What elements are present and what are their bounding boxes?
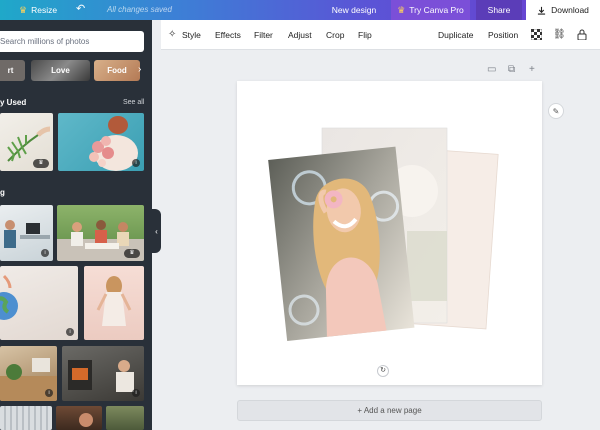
portrait-photo xyxy=(79,413,93,427)
copy-page-icon[interactable]: ⧉ xyxy=(508,64,515,75)
try-pro-button[interactable]: ♛ Try Canva Pro xyxy=(391,0,470,20)
chip-label: Love xyxy=(51,66,70,75)
info-icon: i xyxy=(45,389,53,397)
link-icon[interactable]: ⛓ xyxy=(553,20,566,50)
flip-button[interactable]: Flip xyxy=(358,20,372,50)
category-chip-art[interactable]: rt xyxy=(0,60,25,81)
see-all-link[interactable]: See all xyxy=(123,99,144,106)
note-icon[interactable]: ▭ xyxy=(487,64,496,75)
style-icon: ✧ xyxy=(168,29,177,40)
chevron-right-icon[interactable]: › xyxy=(138,64,141,75)
new-design-button[interactable]: New design xyxy=(323,0,385,20)
recently-used-title: y Used xyxy=(0,98,27,107)
photo-collage xyxy=(268,127,499,341)
category-chip-food[interactable]: Food xyxy=(94,60,140,81)
download-button[interactable]: Download xyxy=(526,0,600,20)
photo-thumbnail[interactable]: i xyxy=(0,266,78,340)
photo-thumbnail[interactable]: i xyxy=(62,346,144,401)
chevron-left-icon: ‹ xyxy=(155,226,158,236)
search-input[interactable]: Search millions of photos xyxy=(0,31,144,52)
photo-thumbnail[interactable]: i xyxy=(0,205,53,261)
add-page-icon[interactable]: + xyxy=(529,64,535,75)
top-bar: ♛ Resize ↶ All changes saved New design … xyxy=(0,0,600,20)
duplicate-button[interactable]: Duplicate xyxy=(438,20,473,50)
photo-thumbnail[interactable]: ♛ xyxy=(0,113,53,171)
lock-icon[interactable] xyxy=(577,20,587,50)
comment-icon[interactable]: ✎ xyxy=(548,103,564,119)
info-icon: i xyxy=(132,159,140,167)
photos-panel: Search millions of photos rt Love Food ›… xyxy=(0,20,152,430)
collapse-panel-handle[interactable]: ‹ xyxy=(152,209,161,253)
search-placeholder: Search millions of photos xyxy=(0,37,90,46)
info-icon: i xyxy=(41,249,49,257)
crown-icon: ♛ xyxy=(397,4,406,15)
info-icon: i xyxy=(132,389,140,397)
adjust-button[interactable]: Adjust xyxy=(288,20,312,50)
photo-thumbnail[interactable]: ♛ xyxy=(57,205,144,261)
woman-back-photo xyxy=(96,276,132,326)
category-chip-love[interactable]: Love xyxy=(31,60,90,81)
photo-thumbnail[interactable] xyxy=(84,266,144,340)
download-label: Download xyxy=(551,5,589,15)
add-page-button[interactable]: + Add a new page xyxy=(237,400,542,421)
photo-thumbnail[interactable]: i xyxy=(0,346,57,401)
transparency-icon[interactable] xyxy=(530,28,543,41)
undo-icon[interactable]: ↶ xyxy=(76,2,85,15)
section-title: g xyxy=(0,188,5,197)
resize-label: Resize xyxy=(31,5,58,15)
crown-icon: ♛ xyxy=(33,159,49,168)
rotate-handle-icon[interactable]: ↻ xyxy=(377,365,389,377)
effects-button[interactable]: Effects xyxy=(215,20,241,50)
photo-thumbnail[interactable] xyxy=(56,406,102,430)
position-button[interactable]: Position xyxy=(488,20,518,50)
crown-icon: ♛ xyxy=(124,249,140,258)
photo-thumbnail[interactable] xyxy=(0,406,52,430)
photo-thumbnail[interactable]: i xyxy=(58,113,144,171)
crown-icon: ♛ xyxy=(19,4,28,15)
download-icon xyxy=(537,6,546,15)
try-pro-label: Try Canva Pro xyxy=(409,5,464,15)
resize-button[interactable]: ♛ Resize xyxy=(19,0,57,20)
design-page[interactable]: ↻ xyxy=(237,81,542,385)
photo-thumbnail[interactable] xyxy=(106,406,144,430)
filter-button[interactable]: Filter xyxy=(254,20,273,50)
crop-button[interactable]: Crop xyxy=(326,20,344,50)
toolbar: ✧ Style Effects Filter Adjust Crop Flip … xyxy=(161,20,600,50)
share-button[interactable]: Share xyxy=(476,0,522,20)
chip-label: Food xyxy=(107,66,127,75)
save-status: All changes saved xyxy=(107,5,172,14)
chip-label: rt xyxy=(7,66,14,75)
style-button[interactable]: Style xyxy=(182,20,201,50)
info-icon: i xyxy=(66,328,74,336)
